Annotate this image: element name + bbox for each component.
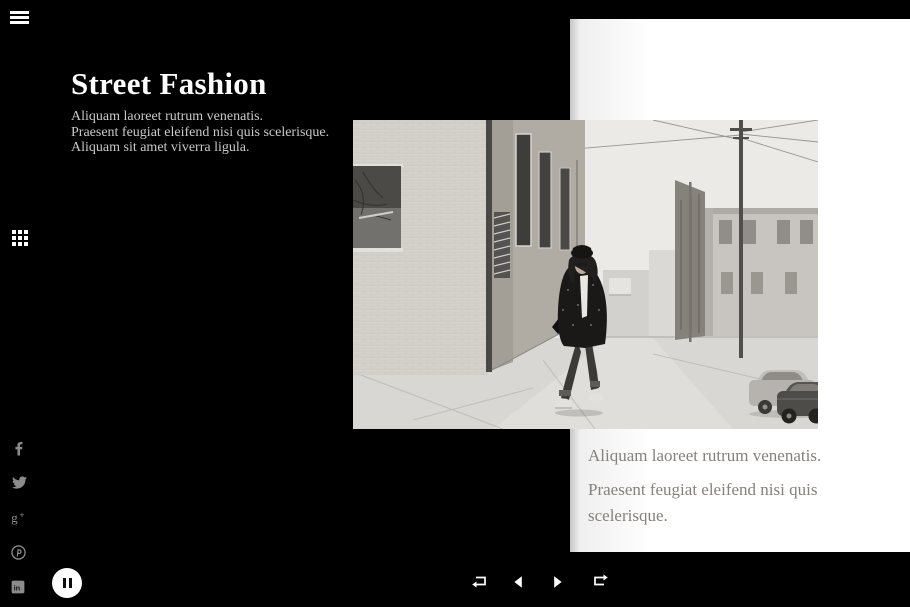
google-plus-icon[interactable]: g +: [11, 510, 28, 526]
slide-photo: [353, 120, 818, 429]
slide-text-block: Street Fashion Aliquam laoreet rutrum ve…: [71, 66, 401, 156]
grid-dot: [24, 230, 28, 234]
description-line: Aliquam laoreet rutrum venenatis.: [71, 109, 401, 125]
grid-dot: [18, 242, 22, 246]
svg-text:in: in: [14, 584, 21, 593]
grid-icon[interactable]: [12, 230, 28, 246]
description-line: Aliquam sit amet viverra ligula.: [71, 140, 401, 156]
grid-dot: [24, 236, 28, 240]
next-slide-button[interactable]: [553, 575, 563, 594]
caption-line: Aliquam laoreet rutrum venenatis.: [588, 443, 898, 469]
pause-button[interactable]: [52, 568, 82, 598]
previous-slide-button[interactable]: [513, 575, 523, 594]
street-photo-illustration: [353, 120, 818, 429]
last-slide-button[interactable]: [592, 574, 608, 593]
svg-text:g: g: [11, 510, 18, 525]
hamburger-bar: [10, 16, 29, 19]
caption-line: Praesent feugiat eleifend nisi quis scel…: [588, 477, 898, 529]
pause-icon: [69, 578, 72, 588]
grid-dot: [18, 230, 22, 234]
pinterest-icon[interactable]: [11, 545, 28, 561]
hamburger-bar: [10, 11, 29, 14]
slide-description: Aliquam laoreet rutrum venenatis. Praese…: [71, 109, 401, 156]
grid-dot: [12, 242, 16, 246]
slider-stage: Street Fashion Aliquam laoreet rutrum ve…: [0, 0, 910, 607]
first-slide-button[interactable]: [472, 574, 488, 593]
grid-dot: [24, 242, 28, 246]
twitter-icon[interactable]: [11, 475, 28, 491]
description-line: Praesent feugiat eleifend nisi quis scel…: [71, 125, 401, 141]
linkedin-icon[interactable]: in: [11, 580, 28, 596]
grid-dot: [18, 236, 22, 240]
social-links: g + in: [11, 440, 28, 596]
slide-caption: Aliquam laoreet rutrum venenatis. Praese…: [588, 443, 898, 537]
hamburger-icon[interactable]: [10, 11, 29, 24]
page-title: Street Fashion: [71, 66, 401, 102]
facebook-icon[interactable]: [11, 440, 28, 456]
pause-icon: [63, 578, 66, 588]
svg-text:+: +: [20, 510, 25, 520]
grid-dot: [12, 230, 16, 234]
hamburger-bar: [10, 21, 29, 24]
grid-dot: [12, 236, 16, 240]
